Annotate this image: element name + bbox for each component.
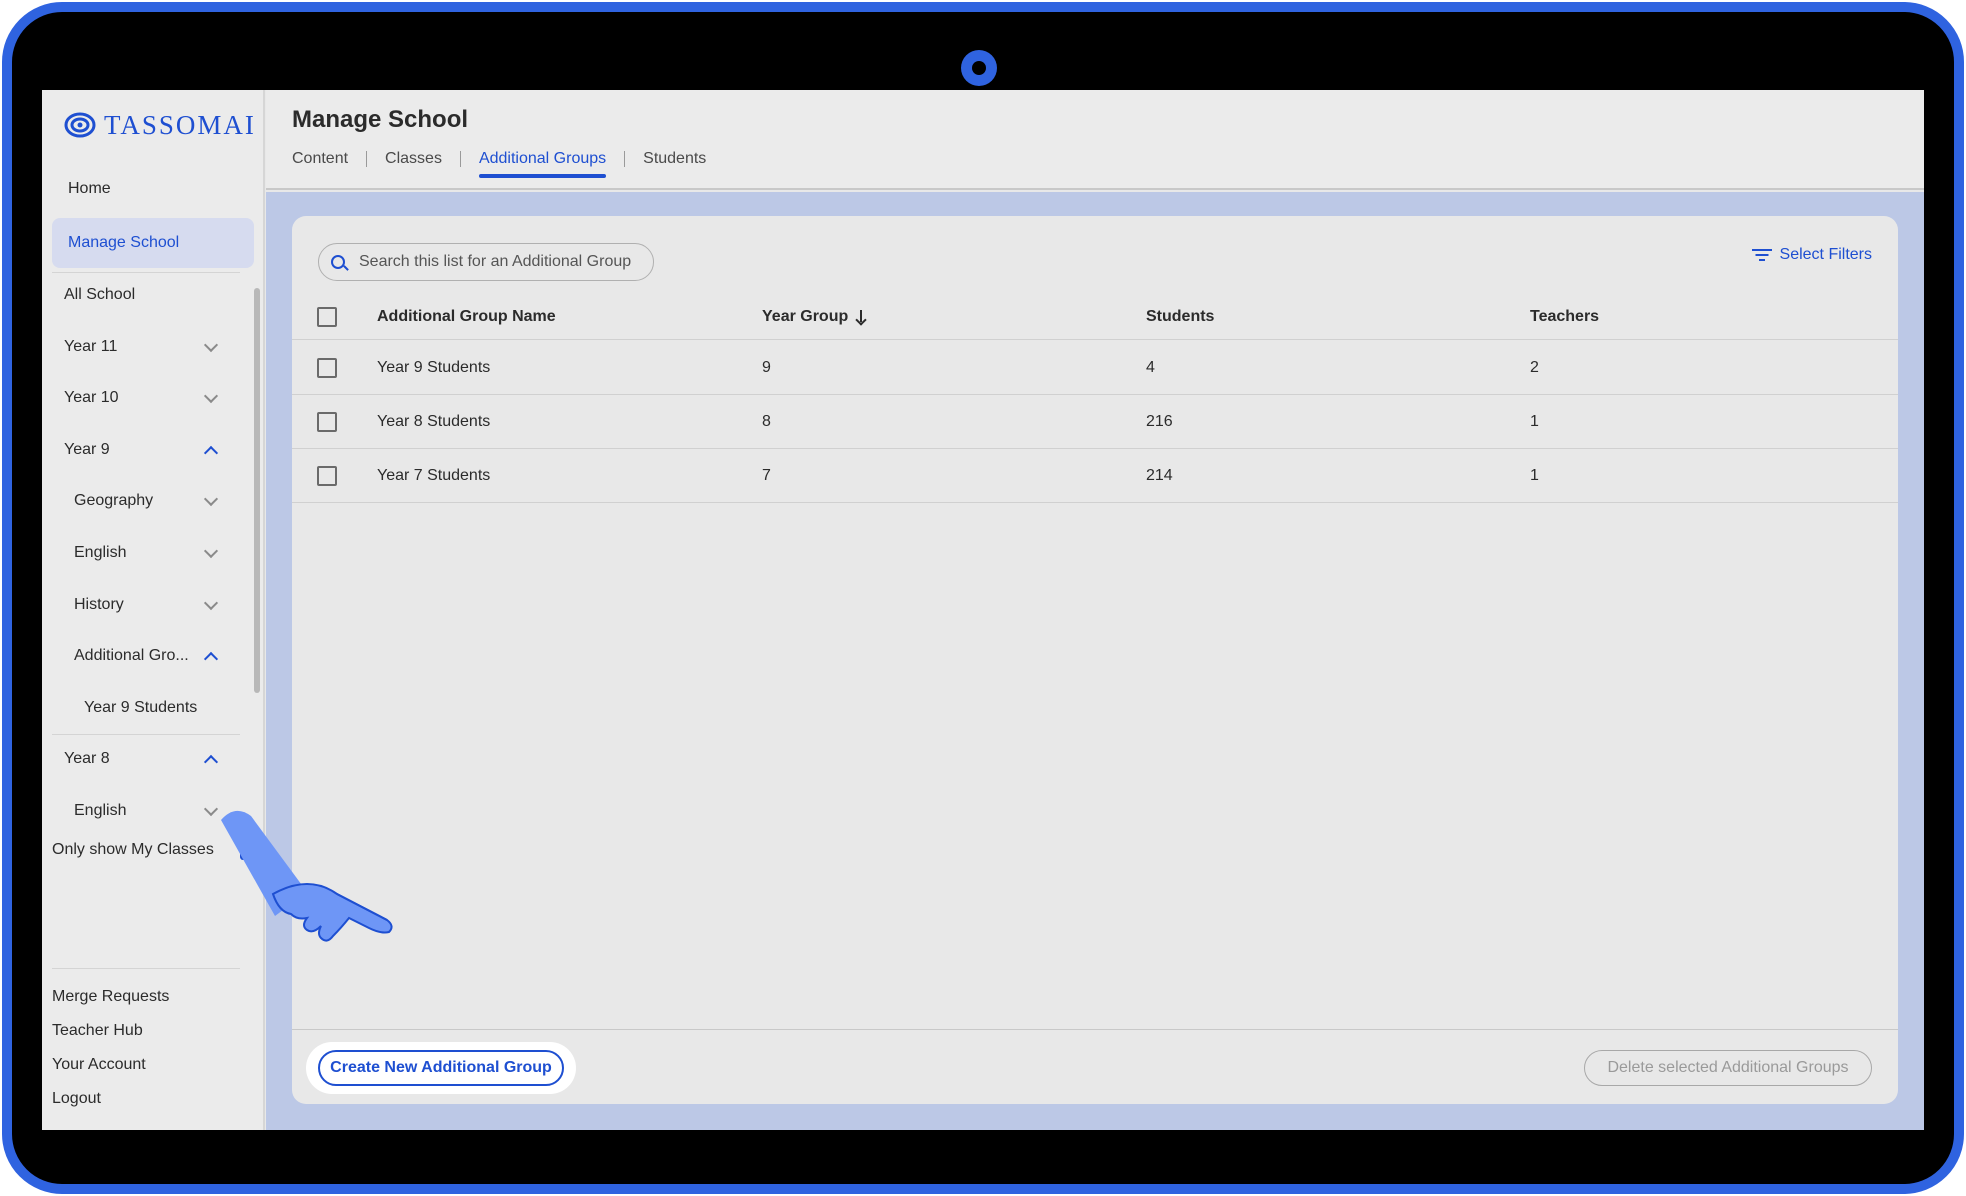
brand-logo[interactable]: TASSOMAI xyxy=(64,108,256,142)
select-filters-button[interactable]: Select Filters xyxy=(1751,246,1872,264)
link-merge-requests[interactable]: Merge Requests xyxy=(52,980,169,1014)
tree-item[interactable]: Year 9 Students xyxy=(42,683,242,733)
tree-item-label: Geography xyxy=(74,492,154,510)
nav-manage-school[interactable]: Manage School xyxy=(52,218,254,268)
sidebar-scrollbar[interactable] xyxy=(254,288,260,693)
cell-year: 9 xyxy=(762,358,771,376)
tree-item[interactable]: Year 11 xyxy=(42,322,242,372)
nav-home[interactable]: Home xyxy=(68,180,111,198)
tree-item[interactable]: English xyxy=(42,528,242,578)
chevron-down-icon[interactable] xyxy=(204,391,218,405)
footer-divider xyxy=(292,1029,1898,1030)
tab-students[interactable]: Students xyxy=(643,150,706,178)
app-screen: TASSOMAI Home Manage School All School Ye… xyxy=(42,90,1924,1130)
tree-item-label: All School xyxy=(64,286,136,303)
row-checkbox[interactable] xyxy=(317,357,337,378)
cell-teachers: 1 xyxy=(1530,412,1539,430)
link-your-account[interactable]: Your Account xyxy=(52,1048,169,1082)
cell-name: Year 8 Students xyxy=(377,412,491,430)
search-input[interactable]: Search this list for an Additional Group xyxy=(318,243,654,281)
col-header-students[interactable]: Students xyxy=(1146,294,1214,339)
cell-year: 7 xyxy=(762,466,771,484)
tab-additional-groups[interactable]: Additional Groups xyxy=(478,150,607,178)
table-header: Additional Group Name Year Group Student… xyxy=(292,294,1898,340)
row-checkbox[interactable] xyxy=(317,465,337,486)
tab-classes[interactable]: Classes xyxy=(385,150,442,178)
groups-card: Search this list for an Additional Group… xyxy=(292,216,1898,1104)
tab-separator xyxy=(459,151,461,167)
tree-item-label: Year 10 xyxy=(64,389,119,407)
tab-separator xyxy=(366,151,368,167)
device-frame: TASSOMAI Home Manage School All School Ye… xyxy=(2,2,1964,1194)
cell-year: 8 xyxy=(762,412,771,430)
table-row[interactable]: Year 9 Students 9 4 2 xyxy=(292,341,1898,395)
tab-separator xyxy=(624,151,626,167)
filter-icon xyxy=(1751,248,1772,262)
sidebar: TASSOMAI Home Manage School All School Ye… xyxy=(42,90,265,1130)
camera-icon xyxy=(961,50,997,86)
select-all-checkbox[interactable] xyxy=(317,306,337,327)
tree-item[interactable]: Year 9 xyxy=(42,425,242,475)
chevron-up-icon[interactable] xyxy=(204,649,218,663)
tree-item-label: Year 9 xyxy=(64,440,110,458)
tree-item[interactable]: English xyxy=(42,786,242,825)
col-header-teachers[interactable]: Teachers xyxy=(1530,294,1599,339)
chevron-down-icon[interactable] xyxy=(204,804,218,818)
tab-bar: Content Classes Additional Groups Studen… xyxy=(292,150,706,178)
chevron-down-icon[interactable] xyxy=(204,340,218,354)
tree-item-label: English xyxy=(74,544,127,561)
row-checkbox[interactable] xyxy=(317,411,337,432)
tree-item[interactable]: Year 10 xyxy=(42,373,242,423)
sort-down-icon xyxy=(856,309,866,324)
delete-selected-groups-button[interactable]: Delete selected Additional Groups xyxy=(1584,1050,1872,1086)
page-title: Manage School xyxy=(292,106,469,133)
school-tree: All School Year 11 Year 10 Year 9 Geography E… xyxy=(42,270,252,825)
table-row[interactable]: Year 7 Students 7 214 1 xyxy=(292,449,1898,503)
tree-item[interactable]: Year 8 xyxy=(42,734,242,784)
sidebar-divider-bottom xyxy=(52,968,240,969)
tassomai-logo-icon xyxy=(64,112,96,138)
cell-name: Year 7 Students xyxy=(377,466,491,484)
search-icon xyxy=(331,255,345,269)
tab-content[interactable]: Content xyxy=(292,150,348,178)
tree-item-label: Year 9 Students xyxy=(84,698,198,716)
page-header: Manage School Content Classes Additional… xyxy=(266,90,1924,190)
link-teacher-hub[interactable]: Teacher Hub xyxy=(52,1014,169,1048)
col-header-year-group-label: Year Group xyxy=(762,307,849,325)
chevron-up-icon[interactable] xyxy=(204,443,218,457)
chevron-up-icon[interactable] xyxy=(204,752,218,766)
cell-name: Year 9 Students xyxy=(377,358,491,376)
col-header-name[interactable]: Additional Group Name xyxy=(377,294,556,339)
tree-item[interactable]: History xyxy=(42,580,242,630)
create-button-highlight: Create New Additional Group xyxy=(306,1042,576,1094)
tree-item[interactable]: All School xyxy=(42,270,242,320)
tree-item-label: Year 11 xyxy=(64,337,118,355)
tree-item-label: English xyxy=(74,802,127,819)
link-logout[interactable]: Logout xyxy=(52,1082,169,1116)
brand-name: TASSOMAI xyxy=(104,109,256,140)
only-show-my-classes[interactable]: Only show My Classes xyxy=(52,835,262,865)
sidebar-bottom-links: Merge Requests Teacher Hub Your Account … xyxy=(52,980,169,1116)
tree-item-label: History xyxy=(74,595,124,613)
tree-item-label: Year 8 xyxy=(64,750,110,768)
cell-students: 4 xyxy=(1146,358,1155,376)
search-placeholder: Search this list for an Additional Group xyxy=(359,253,632,270)
tree-item[interactable]: Geography xyxy=(42,476,242,526)
col-header-year-group[interactable]: Year Group xyxy=(762,294,866,339)
cell-teachers: 2 xyxy=(1530,358,1539,376)
table-row[interactable]: Year 8 Students 8 216 1 xyxy=(292,395,1898,449)
only-show-checkbox[interactable] xyxy=(240,840,260,860)
chevron-down-icon[interactable] xyxy=(204,494,218,508)
chevron-down-icon[interactable] xyxy=(204,546,218,560)
cell-students: 216 xyxy=(1146,412,1173,430)
select-filters-label: Select Filters xyxy=(1779,246,1872,263)
cell-students: 214 xyxy=(1146,466,1173,484)
chevron-down-icon[interactable] xyxy=(204,598,218,612)
create-new-group-button[interactable]: Create New Additional Group xyxy=(318,1050,564,1086)
tree-item-label: Additional Gro... xyxy=(74,647,189,665)
cell-teachers: 1 xyxy=(1530,466,1539,484)
only-show-label: Only show My Classes xyxy=(52,841,214,858)
tree-item[interactable]: Additional Gro... xyxy=(42,631,242,681)
